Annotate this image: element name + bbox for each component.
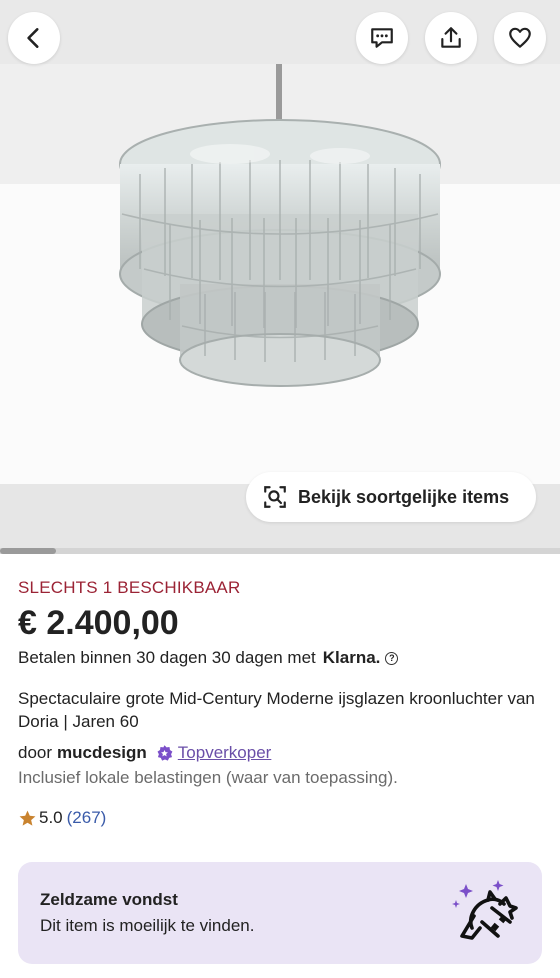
klarna-logo: Klarna.	[322, 648, 381, 667]
pay-later-text: Betalen binnen 30 dagen 30 dagen met	[18, 648, 316, 667]
price: € 2.400,00	[18, 604, 179, 642]
rare-find-card: Zeldzame vondst Dit item is moeilijk te …	[18, 862, 542, 964]
similar-items-label: Bekijk soortgelijke items	[298, 486, 510, 507]
help-icon[interactable]: ?	[385, 651, 399, 665]
favorite-button[interactable]	[494, 12, 546, 64]
product-image-gallery[interactable]: Bekijk soortgelijke items	[0, 0, 560, 548]
similar-items-button[interactable]: Bekijk soortgelijke items	[246, 472, 536, 522]
share-icon	[441, 27, 461, 48]
listing-title: Spectaculaire grote Mid-Century Moderne …	[18, 689, 535, 731]
message-seller-button[interactable]	[356, 12, 408, 64]
review-count[interactable]: (267)	[67, 808, 107, 828]
image-search-icon	[264, 486, 286, 508]
stock-status: SLECHTS 1 BESCHIKBAAR	[18, 578, 241, 597]
share-button[interactable]	[425, 12, 477, 64]
shop-rating[interactable]: 5.0 (267)	[18, 808, 106, 828]
seller-line: door mucdesign Topverkoper	[18, 743, 271, 763]
message-icon	[371, 28, 393, 48]
rare-find-subtitle: Dit item is moeilijk te vinden.	[40, 916, 255, 935]
klarna-payment-line: Betalen binnen 30 dagen 30 dagen met Kla…	[18, 648, 399, 668]
rating-value: 5.0	[39, 808, 63, 827]
rare-find-title: Zeldzame vondst	[40, 890, 178, 909]
chandelier-photo	[119, 64, 441, 387]
rare-find-icon	[452, 880, 518, 940]
chevron-left-icon	[27, 28, 39, 48]
star-icon	[19, 810, 36, 826]
back-button[interactable]	[8, 12, 60, 64]
gallery-progress-fill	[0, 548, 56, 554]
star-seller-badge-icon	[157, 744, 173, 761]
gallery-progress-bar	[0, 548, 560, 554]
by-label: door	[18, 743, 53, 762]
top-seller-link[interactable]: Topverkoper	[178, 743, 272, 763]
heart-icon	[509, 27, 531, 48]
seller-name-link[interactable]: mucdesign	[57, 743, 147, 763]
tax-note: Inclusief lokale belastingen (waar van t…	[18, 768, 398, 787]
